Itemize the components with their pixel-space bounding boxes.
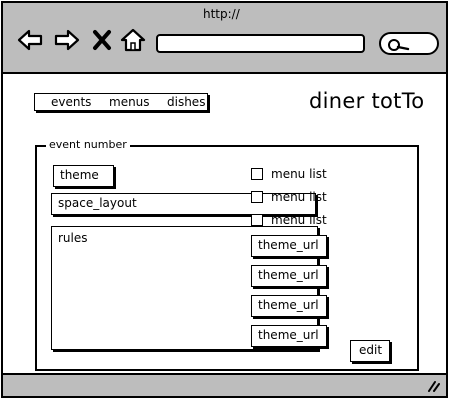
checkbox-label: menu list (271, 213, 327, 227)
back-arrow-icon[interactable] (17, 28, 43, 52)
address-bar-input[interactable] (156, 34, 365, 53)
stop-icon[interactable] (92, 28, 112, 52)
theme-url-field[interactable]: theme_url (251, 325, 327, 347)
search-button[interactable] (379, 32, 439, 55)
nav-link-dishes[interactable]: dishes (167, 95, 205, 109)
page-content: events menus dishes diner totTo event nu… (3, 76, 446, 373)
resize-grip-icon[interactable] (426, 380, 440, 392)
home-icon[interactable] (120, 28, 146, 52)
menu-list-checkbox-row[interactable]: menu list (251, 213, 327, 227)
menu-list-checkbox-row[interactable]: menu list (251, 190, 327, 204)
checkbox[interactable] (251, 191, 263, 203)
site-title: diner totTo (309, 89, 425, 113)
search-icon (388, 39, 410, 51)
checkbox[interactable] (251, 214, 263, 226)
checkbox-label: menu list (271, 167, 327, 181)
window-url-label: http:// (203, 7, 240, 21)
forward-arrow-icon[interactable] (54, 28, 80, 52)
nav-link-events[interactable]: events (51, 95, 91, 109)
browser-window: http:// events menus dishes diner totTo … (1, 1, 448, 398)
nav-link-menus[interactable]: menus (109, 95, 150, 109)
checkbox[interactable] (251, 168, 263, 180)
theme-url-field[interactable]: theme_url (251, 235, 327, 257)
theme-field[interactable]: theme (53, 165, 114, 187)
status-bar (3, 373, 446, 396)
panel-legend: event number (46, 138, 130, 151)
theme-url-field[interactable]: theme_url (251, 265, 327, 287)
menu-list-checkbox-row[interactable]: menu list (251, 167, 327, 181)
event-panel: event number theme space_layout rules me… (35, 138, 419, 371)
main-nav: events menus dishes (34, 93, 208, 111)
checkbox-label: menu list (271, 190, 327, 204)
edit-button[interactable]: edit (350, 340, 390, 362)
theme-url-field[interactable]: theme_url (251, 295, 327, 317)
browser-toolbar: http:// (3, 3, 446, 74)
